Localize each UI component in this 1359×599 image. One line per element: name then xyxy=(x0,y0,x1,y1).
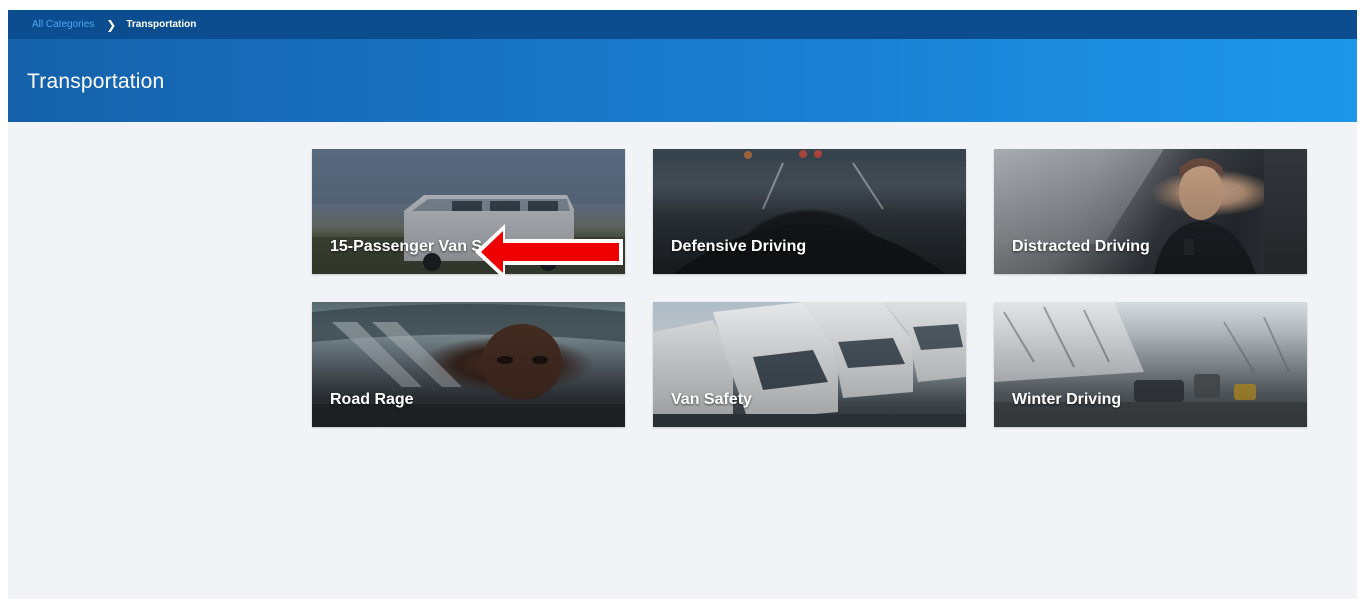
card-winter-driving[interactable]: Winter Driving xyxy=(994,302,1307,427)
card-title: Road Rage xyxy=(330,391,414,408)
breadcrumb-link-all-categories[interactable]: All Categories xyxy=(32,19,94,30)
page-title: Transportation xyxy=(27,70,165,93)
chevron-right-icon: ❯ xyxy=(106,17,117,32)
card-title: Winter Driving xyxy=(1012,391,1122,408)
card-van-safety[interactable]: Van Safety xyxy=(653,302,966,427)
card-title: 15-Passenger Van Safety xyxy=(330,238,520,255)
breadcrumb: All Categories ❯ Transportation xyxy=(8,10,1357,39)
card-title: Defensive Driving xyxy=(671,238,807,255)
app-frame: All Categories ❯ Transportation Transpor… xyxy=(8,10,1357,599)
card-defensive-driving[interactable]: Defensive Driving xyxy=(653,149,966,274)
card-15-passenger-van-safety[interactable]: 15-Passenger Van Safety xyxy=(312,149,625,274)
page-header: Transportation xyxy=(8,39,1357,122)
card-title: Distracted Driving xyxy=(1012,238,1150,255)
card-road-rage[interactable]: Road Rage xyxy=(312,302,625,427)
breadcrumb-current: Transportation xyxy=(126,19,197,30)
card-title: Van Safety xyxy=(671,391,752,408)
card-distracted-driving[interactable]: Distracted Driving xyxy=(994,149,1307,274)
